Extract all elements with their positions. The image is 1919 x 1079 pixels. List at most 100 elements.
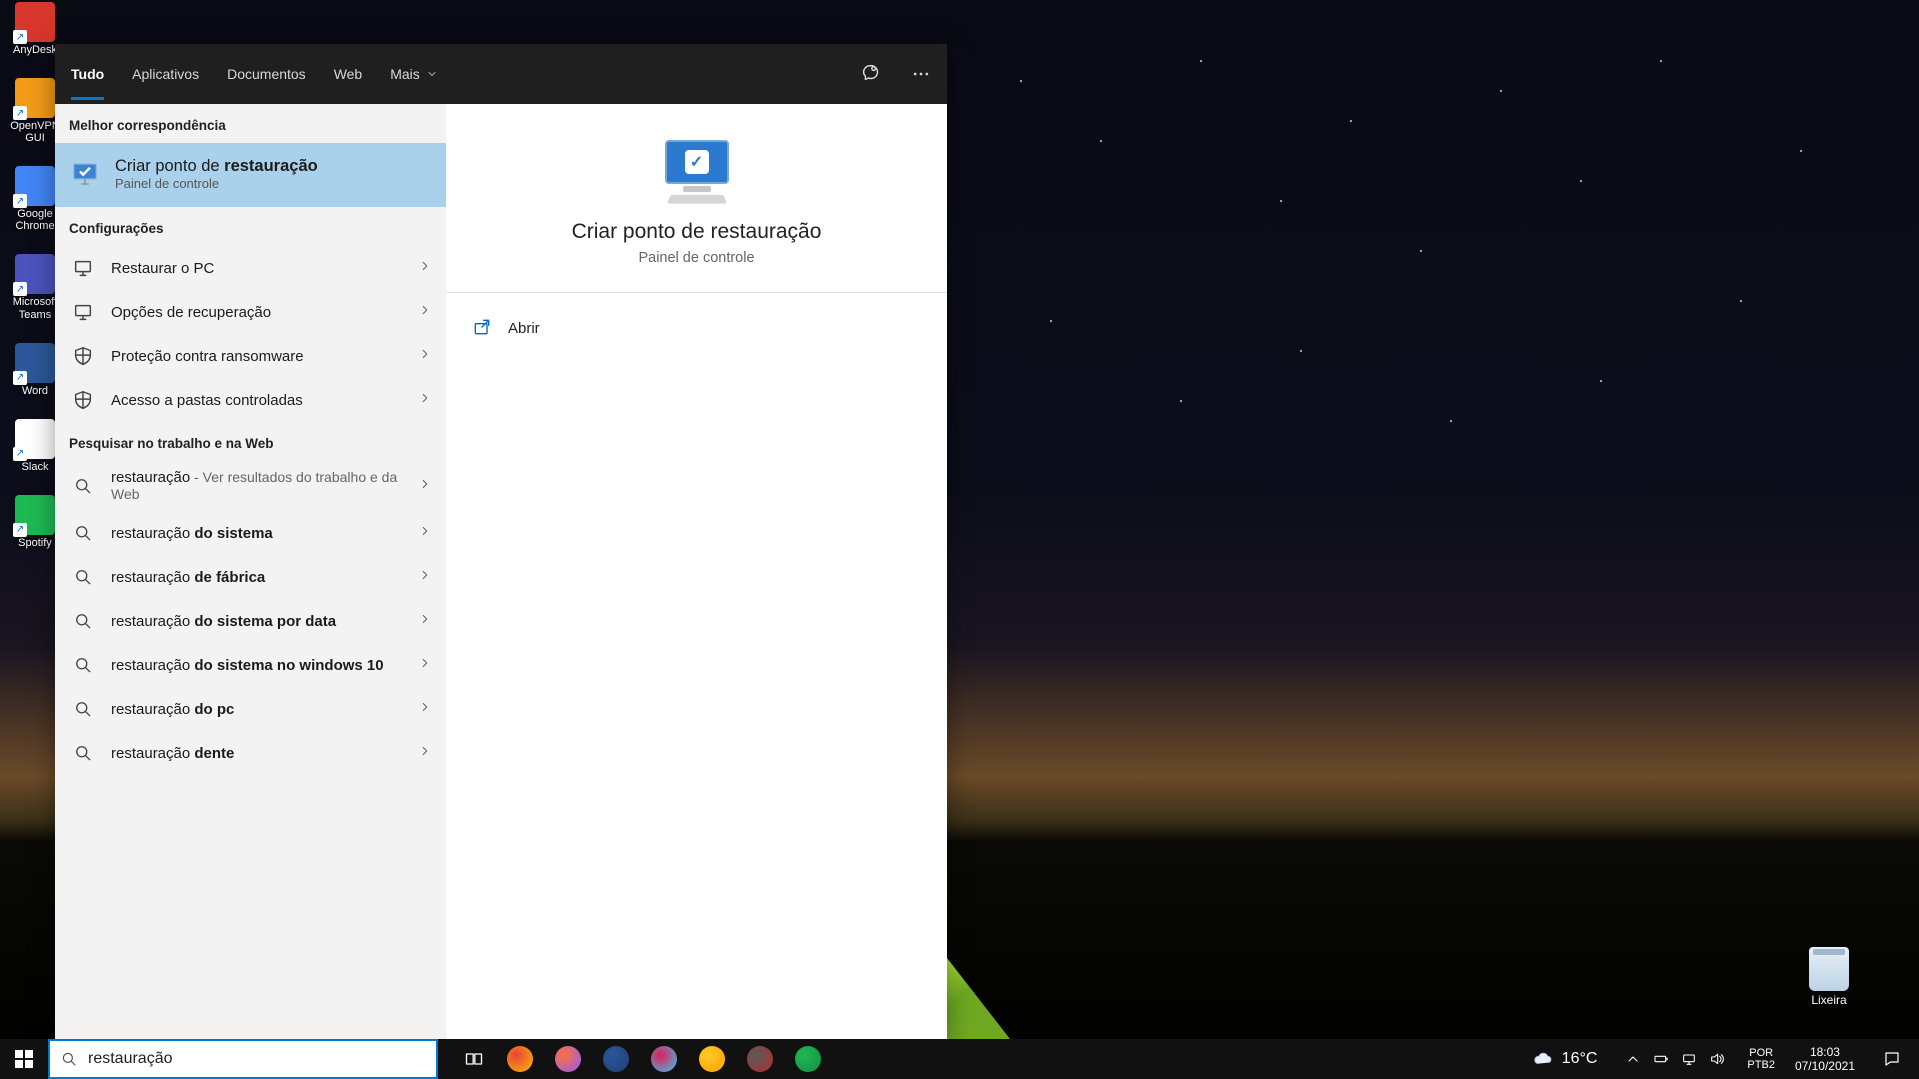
battery-icon[interactable] [1653, 1051, 1669, 1067]
search-icon [69, 651, 97, 679]
desktop-icon-label: Spotify [18, 537, 52, 549]
pinned-apps [496, 1039, 832, 1079]
result-label: restauração do sistema [111, 525, 404, 542]
settings-result[interactable]: Acesso a pastas controladas [55, 378, 446, 422]
word-icon: ↗ [15, 343, 55, 383]
taskbar-pin-spotify[interactable] [784, 1039, 832, 1079]
tab-web[interactable]: Web [334, 48, 363, 100]
result-label: restauração do pc [111, 701, 404, 718]
chevron-right-icon [418, 303, 432, 322]
recycle-bin[interactable]: Lixeira [1797, 947, 1861, 1007]
chevron-right-icon [418, 347, 432, 366]
result-label: Restaurar o PC [111, 260, 404, 277]
language-indicator[interactable]: POR PTB2 [1741, 1047, 1781, 1071]
chevron-right-icon [418, 568, 432, 587]
spotify-icon: ↗ [15, 495, 55, 535]
settings-result[interactable]: Opções de recuperação [55, 290, 446, 334]
web-result[interactable]: restauração do sistema [55, 511, 446, 555]
result-label: restauração de fábrica [111, 569, 404, 586]
result-label: Acesso a pastas controladas [111, 392, 404, 409]
feedback-icon[interactable] [859, 63, 881, 85]
clock-time: 18:03 [1810, 1045, 1840, 1059]
slack-icon [651, 1046, 677, 1072]
task-view-icon [464, 1049, 484, 1069]
chevron-right-icon [418, 656, 432, 675]
result-label: restauração - Ver resultados do trabalho… [111, 469, 404, 503]
shortcut-arrow-icon: ↗ [13, 371, 27, 385]
chevron-up-icon[interactable] [1625, 1051, 1641, 1067]
notifications-button[interactable] [1869, 1050, 1915, 1068]
volume-icon[interactable] [1709, 1051, 1725, 1067]
taskbar-pin-photoscape[interactable] [736, 1039, 784, 1079]
monitor-icon [69, 158, 101, 190]
more-icon[interactable] [911, 64, 931, 84]
tab-more-label: Mais [390, 66, 420, 82]
recycle-bin-icon [1809, 947, 1849, 991]
preview-title: Criar ponto de restauração [572, 220, 822, 244]
clock-date: 07/10/2021 [1795, 1059, 1855, 1073]
taskbar-pin-word[interactable] [592, 1039, 640, 1079]
chevron-right-icon [418, 524, 432, 543]
spotify-icon [795, 1046, 821, 1072]
web-result[interactable]: restauração de fábrica [55, 555, 446, 599]
shortcut-arrow-icon: ↗ [13, 282, 27, 296]
web-result[interactable]: restauração dente [55, 731, 446, 775]
taskbar-search-box[interactable] [48, 1039, 438, 1079]
section-settings-title: Configurações [55, 207, 446, 246]
openvpn-icon: ↗ [15, 78, 55, 118]
tab-all[interactable]: Tudo [71, 48, 104, 100]
preview-action-abrir[interactable]: Abrir [466, 307, 927, 349]
search-preview-column: ✓ Criar ponto de restauração Painel de c… [446, 104, 947, 1039]
result-label: restauração dente [111, 745, 404, 762]
web-result[interactable]: restauração - Ver resultados do trabalho… [55, 461, 446, 511]
search-icon [69, 739, 97, 767]
best-match-result[interactable]: Criar ponto de restauração Painel de con… [55, 143, 446, 207]
chevron-right-icon [418, 700, 432, 719]
web-result[interactable]: restauração do sistema no windows 10 [55, 643, 446, 687]
preview-monitor-icon: ✓ [657, 140, 737, 204]
taskbar-pin-chrome[interactable] [496, 1039, 544, 1079]
shortcut-arrow-icon: ↗ [13, 106, 27, 120]
windows-logo-icon [15, 1050, 33, 1068]
preview-hero: ✓ Criar ponto de restauração Painel de c… [446, 104, 947, 293]
search-icon [69, 563, 97, 591]
desktop-icon-label: Word [22, 385, 48, 397]
web-result[interactable]: restauração do pc [55, 687, 446, 731]
tab-apps[interactable]: Aplicativos [132, 48, 199, 100]
weather-temp: 16°C [1562, 1050, 1598, 1068]
web-result[interactable]: restauração do sistema por data [55, 599, 446, 643]
tab-docs[interactable]: Documentos [227, 48, 306, 100]
search-input[interactable] [88, 1050, 426, 1068]
search-icon [69, 472, 97, 500]
anydesk-icon: ↗ [15, 2, 55, 42]
settings-result[interactable]: Restaurar o PC [55, 246, 446, 290]
chevron-right-icon [418, 391, 432, 410]
word-icon [603, 1046, 629, 1072]
recycle-bin-label: Lixeira [1811, 993, 1846, 1007]
task-view-button[interactable] [452, 1039, 496, 1079]
search-icon [69, 607, 97, 635]
firefox-icon [555, 1046, 581, 1072]
settings-result[interactable]: Proteção contra ransomware [55, 334, 446, 378]
network-icon[interactable] [1681, 1051, 1697, 1067]
taskbar-pin-explorer[interactable] [688, 1039, 736, 1079]
taskbar-pin-firefox[interactable] [544, 1039, 592, 1079]
open-icon [472, 317, 494, 339]
weather-widget[interactable]: 16°C [1520, 1048, 1610, 1070]
chevron-right-icon [418, 612, 432, 631]
shortcut-arrow-icon: ↗ [13, 194, 27, 208]
search-panel: Tudo Aplicativos Documentos Web Mais Mel… [55, 44, 947, 1039]
notifications-icon [1883, 1050, 1901, 1068]
desktop-icon-label: AnyDesk [13, 44, 57, 56]
tab-more[interactable]: Mais [390, 48, 438, 100]
photoscape-icon [747, 1046, 773, 1072]
taskbar-pin-slack[interactable] [640, 1039, 688, 1079]
clock[interactable]: 18:03 07/10/2021 [1787, 1045, 1863, 1074]
search-icon [60, 1050, 78, 1068]
shortcut-arrow-icon: ↗ [13, 447, 27, 461]
desktop-icon-label: Slack [22, 461, 49, 473]
slack-icon: ↗ [15, 419, 55, 459]
chevron-right-icon [418, 477, 432, 496]
lang-line-1: POR [1749, 1047, 1773, 1059]
start-button[interactable] [0, 1039, 48, 1079]
